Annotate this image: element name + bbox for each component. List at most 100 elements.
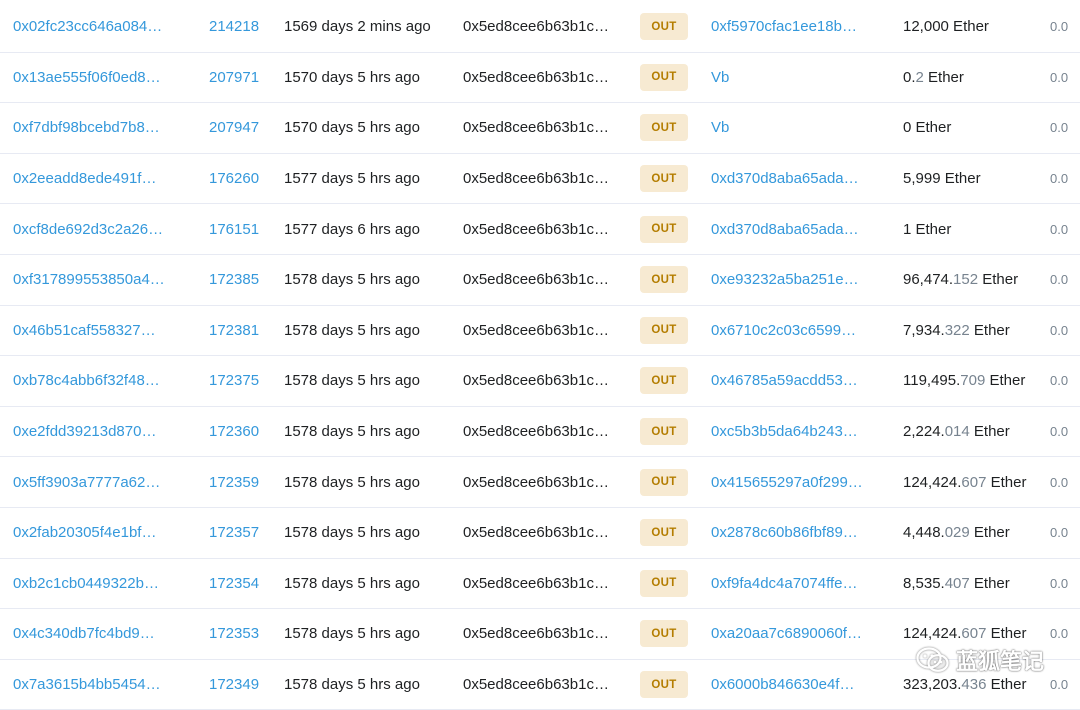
from-cell: 0x5ed8cee6b63b1c… <box>463 306 618 356</box>
block-link[interactable]: 172354 <box>209 575 259 592</box>
from-address: 0x5ed8cee6b63b1c… <box>463 18 609 36</box>
to-cell: 0xa20aa7c6890060f… <box>711 609 866 659</box>
to-address-link[interactable]: 0xf9fa4dc4a7074ffe… <box>711 575 858 592</box>
txn-hash-link[interactable]: 0xe2fdd39213d870… <box>13 423 156 440</box>
txn-hash-link[interactable]: 0x2eeadd8ede491f… <box>13 170 156 187</box>
age-text: 1578 days 5 hrs ago <box>284 473 420 491</box>
value-unit: Ether <box>969 423 1010 441</box>
block-link[interactable]: 172381 <box>209 322 259 339</box>
txn-hash-link[interactable]: 0x02fc23cc646a084… <box>13 18 162 35</box>
txn-hash-cell: 0x2fab20305f4e1bf… <box>13 508 173 558</box>
block-link[interactable]: 172349 <box>209 676 259 693</box>
to-address-link[interactable]: 0x6710c2c03c6599… <box>711 322 856 339</box>
block-link[interactable]: 176260 <box>209 170 259 187</box>
block-cell: 207947 <box>209 103 269 153</box>
from-address: 0x5ed8cee6b63b1c… <box>463 473 609 491</box>
block-cell: 176151 <box>209 204 269 254</box>
txn-fee: 0.0 <box>1050 171 1069 187</box>
value-cell: 119,495. 709 Ether <box>903 356 1043 406</box>
value-integer: 0 <box>903 119 912 137</box>
block-link[interactable]: 172375 <box>209 372 259 389</box>
txn-fee-cell: 0.0 <box>1050 306 1080 356</box>
to-address-link[interactable]: 0xc5b3b5da64b243… <box>711 423 858 440</box>
age-cell: 1570 days 5 hrs ago <box>284 103 454 153</box>
txn-fee-cell: 0.0 <box>1050 103 1080 153</box>
to-address-link[interactable]: 0xf5970cfac1ee18b… <box>711 18 857 35</box>
value-cell: 1 Ether <box>903 204 1043 254</box>
value-unit: Ether <box>923 68 964 86</box>
txn-hash-link[interactable]: 0x2fab20305f4e1bf… <box>13 524 156 541</box>
txn-hash-cell: 0xf7dbf98bcebd7b8… <box>13 103 173 153</box>
value-unit: Ether <box>986 676 1027 694</box>
block-link[interactable]: 172360 <box>209 423 259 440</box>
block-cell: 172357 <box>209 508 269 558</box>
to-address-link[interactable]: 0xd370d8aba65ada… <box>711 221 859 238</box>
age-cell: 1578 days 5 hrs ago <box>284 255 454 305</box>
age-cell: 1577 days 6 hrs ago <box>284 204 454 254</box>
from-address: 0x5ed8cee6b63b1c… <box>463 372 609 390</box>
block-link[interactable]: 207971 <box>209 69 259 86</box>
value-decimals: 607 <box>961 625 987 643</box>
to-cell: 0x46785a59acdd53… <box>711 356 866 406</box>
value-integer: 124,424. <box>903 625 962 643</box>
block-link[interactable]: 172353 <box>209 625 259 642</box>
txn-hash-link[interactable]: 0x46b51caf558327… <box>13 322 156 339</box>
txn-hash-link[interactable]: 0xf7dbf98bcebd7b8… <box>13 119 160 136</box>
txn-hash-link[interactable]: 0x7a3615b4bb5454… <box>13 676 161 693</box>
to-address-link[interactable]: Vb <box>711 69 729 86</box>
direction-cell: OUT <box>640 53 688 103</box>
to-address-link[interactable]: 0xd370d8aba65ada… <box>711 170 859 187</box>
to-address-link[interactable]: 0xe93232a5ba251e… <box>711 271 859 288</box>
block-cell: 207971 <box>209 53 269 103</box>
value-decimals: 436 <box>961 676 987 694</box>
block-cell: 172359 <box>209 457 269 507</box>
txn-hash-link[interactable]: 0xb78c4abb6f32f48… <box>13 372 160 389</box>
table-row: 0xf317899553850a4… 172385 1578 days 5 hrs … <box>0 255 1080 306</box>
value-unit: Ether <box>911 119 952 137</box>
block-link[interactable]: 176151 <box>209 221 259 238</box>
to-address-link[interactable]: 0x415655297a0f299… <box>711 474 863 491</box>
from-address: 0x5ed8cee6b63b1c… <box>463 220 609 238</box>
txn-hash-link[interactable]: 0xb2c1cb0449322b… <box>13 575 159 592</box>
to-address-link[interactable]: 0x6000b846630e4f… <box>711 676 854 693</box>
direction-cell: OUT <box>640 457 688 507</box>
block-cell: 172353 <box>209 609 269 659</box>
txn-hash-link[interactable]: 0x13ae555f06f0ed8… <box>13 69 161 86</box>
block-link[interactable]: 172385 <box>209 271 259 288</box>
from-address: 0x5ed8cee6b63b1c… <box>463 119 609 137</box>
direction-cell: OUT <box>640 154 688 204</box>
txn-fee-cell: 0.0 <box>1050 407 1080 457</box>
txn-hash-cell: 0xb78c4abb6f32f48… <box>13 356 173 406</box>
from-address: 0x5ed8cee6b63b1c… <box>463 170 609 188</box>
txn-fee: 0.0 <box>1050 69 1069 85</box>
from-cell: 0x5ed8cee6b63b1c… <box>463 457 618 507</box>
to-address-link[interactable]: Vb <box>711 119 729 136</box>
to-cell: Vb <box>711 103 866 153</box>
direction-cell: OUT <box>640 255 688 305</box>
to-address-link[interactable]: 0xa20aa7c6890060f… <box>711 625 862 642</box>
block-link[interactable]: 214218 <box>209 18 259 35</box>
txn-fee: 0.0 <box>1050 322 1069 338</box>
block-cell: 172381 <box>209 306 269 356</box>
txn-fee: 0.0 <box>1050 272 1069 288</box>
block-link[interactable]: 207947 <box>209 119 259 136</box>
from-cell: 0x5ed8cee6b63b1c… <box>463 609 618 659</box>
value-cell: 0. 2 Ether <box>903 53 1043 103</box>
value-integer: 7,934. <box>903 321 945 339</box>
age-cell: 1578 days 5 hrs ago <box>284 559 454 609</box>
block-link[interactable]: 172359 <box>209 474 259 491</box>
txn-hash-link[interactable]: 0x5ff3903a7777a62… <box>13 474 160 491</box>
txn-hash-link[interactable]: 0x4c340db7fc4bd9… <box>13 625 155 642</box>
direction-cell: OUT <box>640 103 688 153</box>
to-cell: 0x6000b846630e4f… <box>711 660 866 710</box>
to-address-link[interactable]: 0x2878c60b86fbf89… <box>711 524 858 541</box>
block-link[interactable]: 172357 <box>209 524 259 541</box>
to-address-link[interactable]: 0x46785a59acdd53… <box>711 372 858 389</box>
value-cell: 7,934. 322 Ether <box>903 306 1043 356</box>
table-row: 0xe2fdd39213d870… 172360 1578 days 5 hrs a… <box>0 407 1080 458</box>
txn-hash-link[interactable]: 0xcf8de692d3c2a26… <box>13 221 163 238</box>
txn-hash-cell: 0xe2fdd39213d870… <box>13 407 173 457</box>
txn-fee: 0.0 <box>1050 373 1069 389</box>
value-integer: 323,203. <box>903 676 962 694</box>
txn-hash-link[interactable]: 0xf317899553850a4… <box>13 271 165 288</box>
